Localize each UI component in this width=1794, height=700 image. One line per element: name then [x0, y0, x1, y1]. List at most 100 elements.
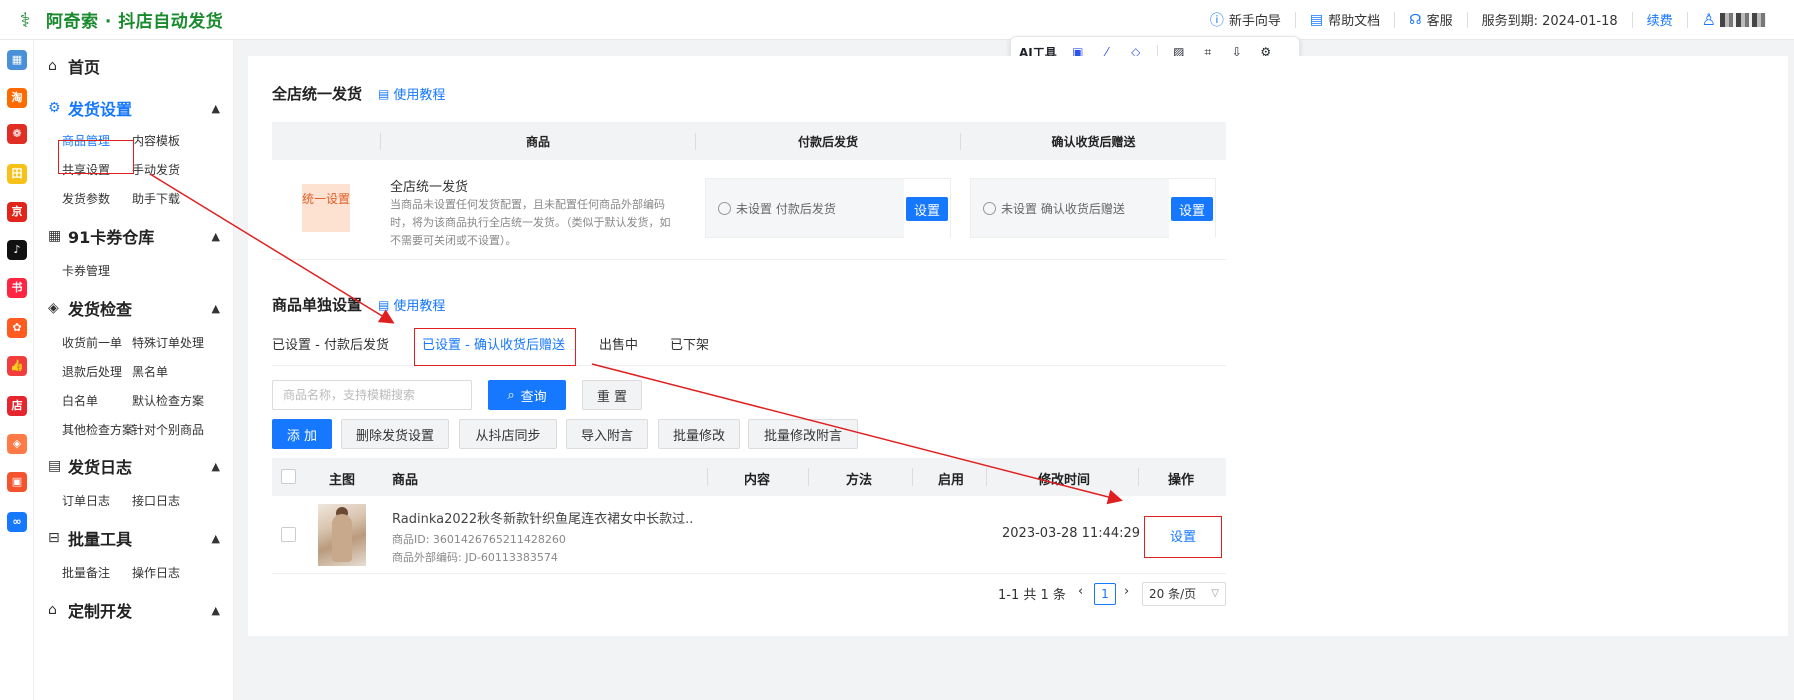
- delete-shipping-button[interactable]: 删除发货设置: [341, 419, 449, 449]
- row-checkbox[interactable]: [281, 527, 296, 542]
- reset-button[interactable]: 重 置: [582, 380, 642, 410]
- batch-edit-note-button[interactable]: 批量修改附言: [748, 419, 858, 449]
- next-page-icon[interactable]: ›: [1124, 584, 1129, 599]
- bag-orange-icon[interactable]: ◈: [7, 434, 27, 454]
- sidebar-group-shipping-log[interactable]: ▤ 发货日志 ▲: [48, 454, 220, 478]
- tab-pay-ship[interactable]: 已设置 - 付款后发货: [272, 334, 389, 353]
- toolbox-icon: ⊟: [48, 530, 60, 546]
- import-note-button[interactable]: 导入附言: [566, 419, 648, 449]
- chevron-up-icon: ▲: [211, 603, 220, 617]
- sync-from-douyin-button[interactable]: 从抖店同步: [459, 419, 557, 449]
- link-icon[interactable]: ∞: [7, 512, 27, 532]
- sidebar-item-blacklist[interactable]: 黑名单: [132, 363, 168, 380]
- xiaohongshu-icon[interactable]: 书: [7, 278, 27, 298]
- pay-ship-set-button[interactable]: 设置: [906, 197, 948, 221]
- product-table: 主图 商品 内容 方法 启用 修改时间 操作 Radinka2022秋冬新款针织…: [272, 458, 1226, 574]
- sidebar-item-after-refund[interactable]: 退款后处理: [62, 363, 122, 380]
- bag-red-icon[interactable]: ▣: [7, 472, 27, 492]
- batch-edit-button[interactable]: 批量修改: [658, 419, 740, 449]
- pay-ship-button-wrap: 设置: [904, 179, 950, 239]
- select-all-checkbox[interactable]: [281, 469, 296, 484]
- pagination-current[interactable]: 1: [1094, 583, 1116, 605]
- confirm-gift-button-wrap: 设置: [1169, 179, 1215, 239]
- store-yellow-icon[interactable]: 田: [7, 164, 27, 184]
- col-modified-time: 修改时间: [1038, 473, 1091, 488]
- product-search-input[interactable]: [272, 380, 472, 410]
- product-external-code: 商品外部编码: JD-60113383574: [392, 551, 558, 564]
- highlight-box-product-management: [58, 140, 134, 174]
- sidebar-group-custom-dev[interactable]: ⌂ 定制开发 ▲: [48, 598, 220, 622]
- product-tutorial-link[interactable]: ▤ 使用教程: [378, 295, 445, 315]
- sidebar-group-shipping-check[interactable]: ◈ 发货检查 ▲: [48, 296, 220, 320]
- platform-rail: ▦ 淘 ❁ 田京 ♪ 书 ✿ 👍 店 ◈ ▣ ∞: [0, 40, 34, 700]
- search-icon: ⌕: [507, 387, 515, 403]
- thumb-icon[interactable]: 👍: [7, 356, 27, 376]
- log-icon: ▤: [48, 458, 62, 474]
- guide-link[interactable]: ⓘ 新手向导: [1196, 11, 1296, 29]
- sidebar-group-shipping[interactable]: ⚙ 发货设置 ▲: [48, 96, 220, 120]
- group-label: 发货设置: [68, 100, 133, 119]
- user-menu[interactable]: ♙: [1688, 10, 1794, 29]
- logo[interactable]: ⚕ 阿奇索 · 抖店自动发货: [12, 7, 223, 33]
- shop-icon[interactable]: 店: [7, 396, 27, 416]
- tab-off-shelf[interactable]: 已下架: [670, 334, 709, 353]
- sidebar-item-home[interactable]: ⌂ 首页: [48, 54, 220, 78]
- col-divider: [707, 468, 708, 486]
- col-enabled: 启用: [938, 473, 965, 488]
- help-docs-link[interactable]: ▤ 帮助文档: [1296, 11, 1396, 29]
- sidebar-item-before-receipt[interactable]: 收货前一单: [62, 334, 122, 351]
- sidebar-item-coupon-management[interactable]: 卡券管理: [62, 262, 110, 279]
- chevron-up-icon: ▲: [211, 301, 220, 315]
- qr-icon[interactable]: ▦: [7, 50, 27, 70]
- sidebar-item-operation-log[interactable]: 操作日志: [132, 564, 180, 581]
- product-title[interactable]: Radinka2022秋冬新款针织鱼尾连衣裙女中长款过...: [392, 508, 692, 527]
- confirm-gift-set-button[interactable]: 设置: [1171, 197, 1213, 221]
- grid-orange-icon[interactable]: ✿: [7, 318, 27, 338]
- sidebar-item-assistant-download[interactable]: 助手下载: [132, 190, 180, 207]
- add-button[interactable]: 添 加: [272, 419, 332, 449]
- pinduoduo-icon[interactable]: ❁: [7, 124, 27, 144]
- table-row: Radinka2022秋冬新款针织鱼尾连衣裙女中长款过... 商品ID: 360…: [272, 496, 1226, 574]
- tutorial-label: 使用教程: [393, 88, 446, 103]
- pay-ship-radio[interactable]: [718, 201, 731, 215]
- taobao-icon[interactable]: 淘: [7, 88, 27, 108]
- customer-service-link[interactable]: ☊ 客服: [1395, 11, 1468, 29]
- renew-label: 续费: [1646, 14, 1673, 29]
- group-label: 定制开发: [68, 602, 133, 621]
- unified-setting-badge: 统一设置: [302, 184, 350, 232]
- confirm-gift-radio[interactable]: [983, 201, 996, 215]
- sidebar-item-batch-remark[interactable]: 批量备注: [62, 564, 110, 581]
- sidebar-item-default-check[interactable]: 默认检查方案: [132, 392, 204, 409]
- sidebar-item-manual-shipping[interactable]: 手动发货: [132, 161, 180, 178]
- sidebar-item-special-orders[interactable]: 特殊订单处理: [132, 334, 204, 351]
- douyin-icon[interactable]: ♪: [7, 240, 27, 260]
- product-thumbnail[interactable]: [318, 504, 366, 566]
- header-confirm-gift: 确认收货后赠送: [960, 132, 1226, 150]
- store-title: 全店统一发货: [272, 85, 363, 103]
- store-row-title: 全店统一发货: [390, 180, 469, 195]
- sidebar-item-order-log[interactable]: 订单日志: [62, 492, 110, 509]
- sidebar-item-other-check[interactable]: 其他检查方案: [62, 421, 134, 438]
- sidebar-item-shipping-params[interactable]: 发货参数: [62, 190, 110, 207]
- sidebar-item-api-log[interactable]: 接口日志: [132, 492, 180, 509]
- tab-on-sale[interactable]: 出售中: [599, 334, 638, 353]
- store-row: 统一设置 全店统一发货 当商品未设置任何发货配置，且未配置任何商品外部编码时，将…: [272, 160, 1226, 260]
- page-size-select[interactable]: 20 条/页 ▽: [1142, 582, 1226, 606]
- sidebar-item-specific-product[interactable]: 针对个别商品: [132, 421, 204, 438]
- header-product: 商品: [380, 132, 695, 150]
- document-icon: ▤: [378, 86, 390, 101]
- col-content: 内容: [744, 473, 771, 488]
- sidebar-item-whitelist[interactable]: 白名单: [62, 392, 98, 409]
- renew-link[interactable]: 续费: [1633, 11, 1688, 29]
- prev-page-icon[interactable]: ‹: [1078, 584, 1083, 599]
- sidebar-group-coupon-store[interactable]: ▦ 91卡券仓库 ▲: [48, 224, 220, 248]
- product-id: 商品ID: 3601426765211428260: [392, 533, 566, 546]
- sidebar-item-content-template[interactable]: 内容模板: [132, 132, 180, 149]
- help-label: 帮助文档: [1328, 14, 1381, 29]
- query-button[interactable]: ⌕ 查询: [488, 380, 566, 410]
- top-right-menu: ⓘ 新手向导 ▤ 帮助文档 ☊ 客服 服务到期: 2024-01-18 续费 ♙: [1196, 0, 1794, 40]
- jd-icon[interactable]: 京: [7, 202, 27, 222]
- sidebar-group-batch-tools[interactable]: ⊟ 批量工具 ▲: [48, 526, 220, 550]
- store-tutorial-link[interactable]: ▤ 使用教程: [378, 84, 446, 104]
- group-label: 发货日志: [68, 458, 133, 477]
